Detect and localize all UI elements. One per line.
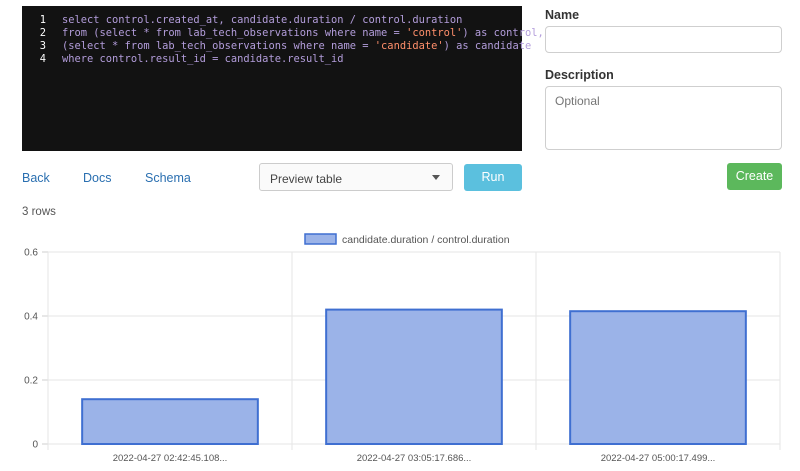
y-tick-label: 0 bbox=[32, 440, 38, 451]
bar bbox=[569, 310, 747, 445]
code-text: ) as candidate bbox=[443, 40, 532, 52]
results-chart: candidate.duration / control.duration 0 0.… bbox=[24, 233, 781, 464]
schema-link[interactable]: Schema bbox=[145, 171, 191, 185]
code-text: where control.result_id = candidate.resu… bbox=[62, 53, 344, 65]
code-line: 3 (select * from lab_tech_observations wh… bbox=[22, 40, 531, 53]
code-string: 'control' bbox=[406, 27, 463, 39]
code-text: ) as control, bbox=[462, 27, 544, 39]
docs-link[interactable]: Docs bbox=[83, 171, 111, 185]
y-tick-label: 0.2 bbox=[24, 376, 38, 387]
preview-select[interactable]: Preview table bbox=[259, 163, 453, 191]
x-tick-label: 2022-04-27 05:00:17.499... bbox=[601, 453, 716, 464]
line-number: 4 bbox=[39, 53, 46, 65]
legend-label: candidate.duration / control.duration bbox=[342, 234, 510, 246]
code-line: 2 from (select * from lab_tech_observatio… bbox=[22, 27, 544, 40]
sql-editor[interactable]: 1 select control.created_at, candidate.du… bbox=[22, 6, 544, 151]
legend-swatch bbox=[304, 233, 337, 245]
code-string: 'candidate' bbox=[374, 40, 444, 52]
name-label: Name bbox=[545, 8, 580, 22]
preview-select-value: Preview table bbox=[270, 172, 343, 186]
bar bbox=[81, 398, 259, 445]
bar bbox=[325, 308, 503, 445]
x-tick-label: 2022-04-27 02:42:45.108... bbox=[113, 453, 228, 464]
line-number: 3 bbox=[39, 40, 46, 52]
description-label: Description bbox=[545, 68, 614, 82]
code-text: select control.created_at, candidate.dur… bbox=[62, 14, 463, 26]
code-text: (select * from lab_tech_observations whe… bbox=[62, 40, 375, 52]
y-tick-label: 0.4 bbox=[24, 312, 38, 323]
back-link[interactable]: Back bbox=[22, 171, 50, 185]
description-textarea[interactable] bbox=[545, 86, 782, 150]
line-number: 2 bbox=[39, 27, 46, 39]
name-input[interactable] bbox=[545, 26, 782, 53]
code-line: 4 where control.result_id = candidate.res… bbox=[22, 53, 344, 66]
chevron-down-icon bbox=[432, 175, 440, 180]
line-number: 1 bbox=[39, 14, 46, 26]
row-count: 3 rows bbox=[22, 206, 56, 218]
create-button[interactable]: Create bbox=[727, 163, 782, 190]
run-button[interactable]: Run bbox=[464, 164, 522, 191]
y-tick-label: 0.6 bbox=[24, 248, 38, 259]
code-text: from (select * from lab_tech_observation… bbox=[62, 27, 407, 39]
x-tick-label: 2022-04-27 03:05:17.686... bbox=[357, 453, 472, 464]
code-line: 1 select control.created_at, candidate.du… bbox=[22, 14, 463, 27]
